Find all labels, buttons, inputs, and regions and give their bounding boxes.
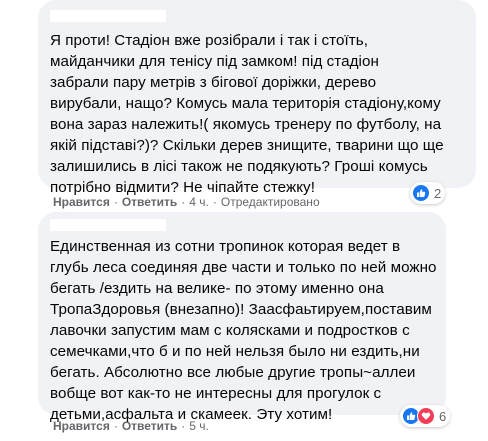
like-icon: [412, 184, 430, 202]
separator-dot: ·: [212, 195, 217, 209]
love-icon: [417, 407, 435, 425]
comment-author-redacted: [50, 219, 166, 231]
comment-timestamp[interactable]: 4 ч.: [189, 195, 209, 209]
separator-dot: ·: [113, 419, 118, 433]
edited-label: Отредактировано: [220, 195, 320, 209]
like-link[interactable]: Нравится: [53, 195, 110, 209]
separator-dot: ·: [181, 195, 186, 209]
comment-actions: Нравится · Ответить · 5 ч.: [53, 419, 209, 433]
comment-text: Единственная из сотни тропинок которая в…: [50, 238, 437, 423]
comment-author-redacted: [50, 10, 166, 22]
reaction-summary[interactable]: 2: [410, 182, 446, 204]
comment-text: Я проти! Стадіон вже розібрали і так і с…: [50, 32, 444, 196]
separator-dot: ·: [113, 195, 118, 209]
reaction-count: 2: [434, 185, 442, 201]
comment-actions: Нравится · Ответить · 4 ч. · Отредактиро…: [53, 195, 320, 209]
like-link[interactable]: Нравится: [53, 419, 110, 433]
reply-link[interactable]: Ответить: [122, 419, 177, 433]
comment-timestamp[interactable]: 5 ч.: [189, 419, 209, 433]
reaction-count: 6: [439, 408, 447, 424]
reply-link[interactable]: Ответить: [122, 195, 177, 209]
separator-dot: ·: [181, 419, 186, 433]
reaction-summary[interactable]: 6: [400, 405, 451, 427]
